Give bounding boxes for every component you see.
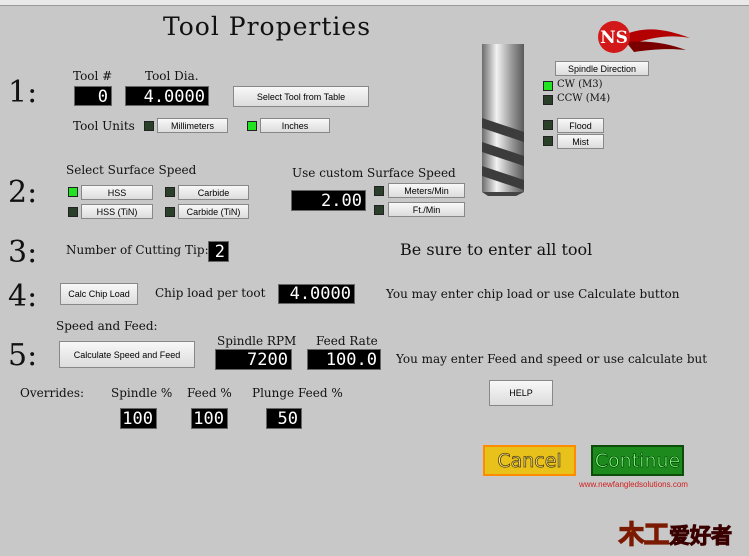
step-1-label: 1: xyxy=(8,75,38,110)
feed-rate-label: Feed Rate xyxy=(316,334,378,348)
tool-diameter-label: Tool Dia. xyxy=(145,69,199,83)
spindle-rpm-label: Spindle RPM xyxy=(217,334,297,348)
carbide-tin-button[interactable]: Carbide (TiN) xyxy=(178,204,249,219)
carbide-led xyxy=(165,187,175,197)
custom-surface-speed-field[interactable]: 2.00 xyxy=(291,190,366,211)
speed-feed-label: Speed and Feed: xyxy=(56,319,158,333)
svg-text:爱好者: 爱好者 xyxy=(669,524,732,548)
plunge-override-label: Plunge Feed % xyxy=(252,386,343,400)
feed-hint: You may enter Feed and speed or use calc… xyxy=(396,352,708,366)
cutting-tips-field[interactable]: 2 xyxy=(208,241,229,262)
svg-text:NS: NS xyxy=(600,28,628,48)
chip-load-label: Chip load per toot xyxy=(155,286,266,300)
cw-led xyxy=(543,81,553,91)
mist-button[interactable]: Mist xyxy=(557,134,604,149)
millimeters-button[interactable]: Millimeters xyxy=(157,118,228,133)
select-tool-button[interactable]: Select Tool from Table xyxy=(233,86,369,107)
meters-led xyxy=(374,186,384,196)
millimeters-led xyxy=(144,121,154,131)
step-4-label: 4: xyxy=(8,279,38,314)
mist-led xyxy=(543,136,553,146)
overrides-label: Overrides: xyxy=(20,386,85,400)
hss-tin-led xyxy=(68,207,78,217)
flood-led xyxy=(543,120,553,130)
endmill-image xyxy=(482,44,524,196)
meters-per-min-button[interactable]: Meters/Min xyxy=(388,183,465,198)
step-5-label: 5: xyxy=(8,338,38,373)
feet-per-min-button[interactable]: Ft./Min xyxy=(388,202,465,217)
hss-led xyxy=(68,187,78,197)
carbide-tin-led xyxy=(165,207,175,217)
svg-text:木工: 木工 xyxy=(618,520,669,549)
cw-label: CW (M3) xyxy=(557,79,603,90)
plunge-override-field[interactable]: 50 xyxy=(266,408,302,429)
tool-number-field[interactable]: 0 xyxy=(74,86,112,106)
inches-button[interactable]: Inches xyxy=(260,118,330,133)
spindle-direction-button[interactable]: Spindle Direction xyxy=(555,61,649,76)
calc-chip-load-button[interactable]: Calc Chip Load xyxy=(60,283,138,305)
continue-label: Continue xyxy=(594,449,681,472)
calculate-speed-feed-button[interactable]: Calculate Speed and Feed xyxy=(59,341,195,368)
cancel-button[interactable]: Cancel xyxy=(483,445,576,476)
cutting-tips-label: Number of Cutting Tip: xyxy=(66,243,209,257)
cancel-label: Cancel xyxy=(497,449,562,472)
step-3-label: 3: xyxy=(8,235,38,270)
ccw-led xyxy=(543,95,553,105)
carbide-button[interactable]: Carbide xyxy=(178,185,249,200)
chip-load-field[interactable]: 4.0000 xyxy=(278,284,355,304)
spindle-override-label: Spindle % xyxy=(111,386,173,400)
chip-load-hint: You may enter chip load or use Calculate… xyxy=(386,287,680,301)
help-button[interactable]: HELP xyxy=(489,380,553,406)
watermark-logo-icon: 木工 爱好者 xyxy=(617,519,732,550)
select-surface-speed-label: Select Surface Speed xyxy=(66,163,197,177)
tool-number-label: Tool # xyxy=(73,69,113,83)
feet-led xyxy=(374,205,384,215)
flood-button[interactable]: Flood xyxy=(557,118,604,133)
spindle-rpm-field[interactable]: 7200 xyxy=(215,349,292,370)
page-title: Tool Properties xyxy=(163,12,372,41)
tool-diameter-field[interactable]: 4.0000 xyxy=(125,86,209,106)
website-link[interactable]: www.newfangledsolutions.com xyxy=(579,480,688,489)
feed-override-label: Feed % xyxy=(187,386,232,400)
tool-units-label: Tool Units xyxy=(73,119,135,133)
menu-bar xyxy=(0,0,749,6)
hss-tin-button[interactable]: HSS (TiN) xyxy=(81,204,153,219)
inches-led xyxy=(247,121,257,131)
notice-text: Be sure to enter all tool xyxy=(400,240,593,259)
continue-button[interactable]: Continue xyxy=(591,445,684,476)
newfangled-logo-icon: NS xyxy=(598,21,690,53)
feed-override-field[interactable]: 100 xyxy=(191,408,228,429)
feed-rate-field[interactable]: 100.0 xyxy=(307,349,381,370)
custom-surface-speed-label: Use custom Surface Speed xyxy=(292,166,456,180)
spindle-override-field[interactable]: 100 xyxy=(120,408,157,429)
hss-button[interactable]: HSS xyxy=(81,185,153,200)
ccw-label: CCW (M4) xyxy=(557,93,611,104)
step-2-label: 2: xyxy=(8,175,38,210)
